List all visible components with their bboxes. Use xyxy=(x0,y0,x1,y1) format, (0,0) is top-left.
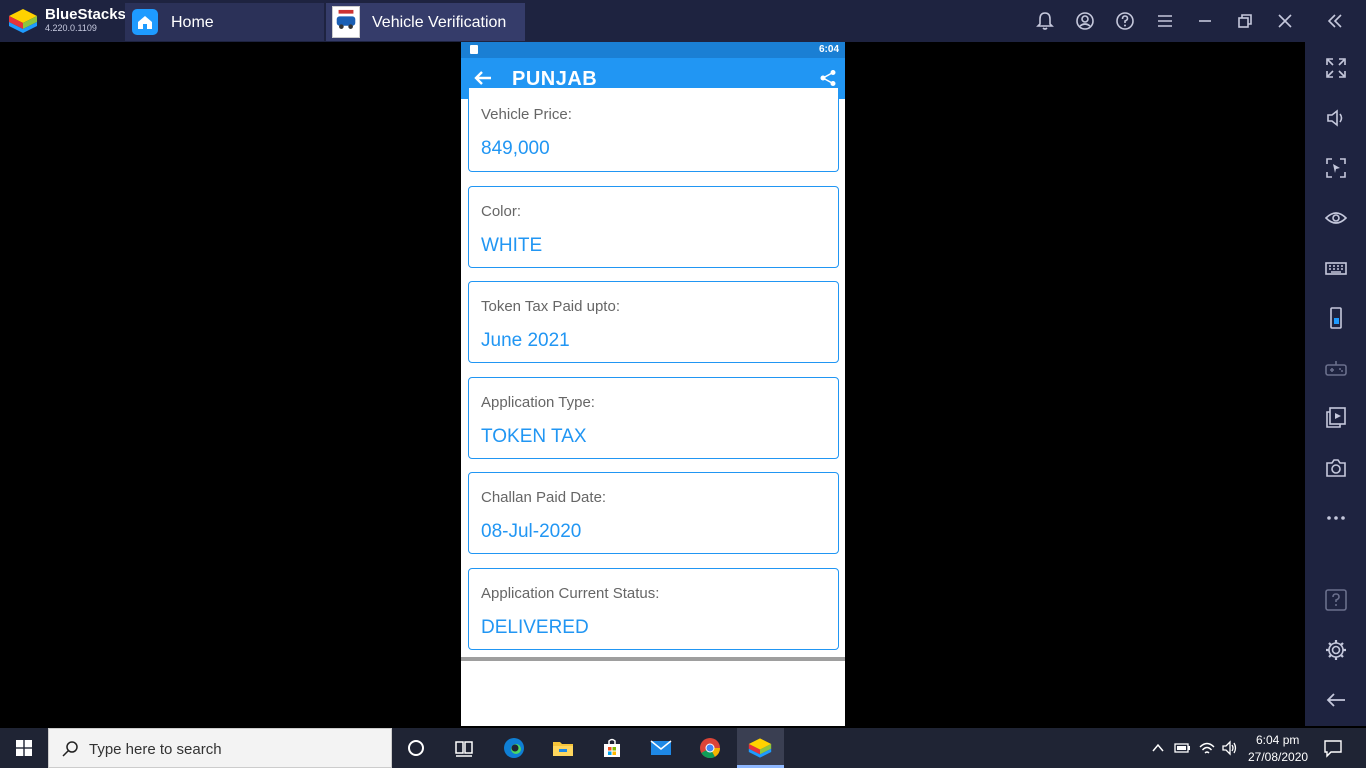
settings-icon[interactable] xyxy=(1325,639,1347,661)
tab-vehicle-verification-label: Vehicle Verification xyxy=(372,14,507,31)
divider xyxy=(461,657,845,661)
field-label: Color: xyxy=(481,203,522,220)
windows-start-icon[interactable] xyxy=(16,740,32,756)
account-icon[interactable] xyxy=(1075,11,1095,31)
help-icon[interactable] xyxy=(1115,11,1135,31)
media-icon[interactable] xyxy=(1325,407,1347,429)
android-screen: 6:04 PUNJAB Vehicle Price: 849,000 Color… xyxy=(461,42,845,726)
app-version: 4.220.0.1109 xyxy=(45,23,97,33)
volume-icon[interactable] xyxy=(1325,107,1347,129)
field-card-token-tax: Token Tax Paid upto: June 2021 xyxy=(468,281,839,363)
bluestacks-logo-icon xyxy=(9,9,37,33)
home-icon xyxy=(132,9,158,35)
bell-icon[interactable] xyxy=(1035,11,1055,31)
field-label: Token Tax Paid upto: xyxy=(481,298,620,315)
taskbar-bluestacks[interactable] xyxy=(737,728,784,768)
field-label: Application Current Status: xyxy=(481,585,660,602)
field-value: TOKEN TAX xyxy=(481,426,587,447)
rotate-icon[interactable] xyxy=(1325,307,1347,329)
gamepad-icon[interactable] xyxy=(1325,357,1347,379)
notification-icon xyxy=(470,45,478,54)
speaker-icon[interactable] xyxy=(1221,739,1239,757)
minimize-icon[interactable] xyxy=(1195,11,1215,31)
bluestacks-sidebar xyxy=(1305,42,1366,726)
wifi-icon[interactable] xyxy=(1198,739,1216,757)
close-icon[interactable] xyxy=(1275,11,1295,31)
tray-chevron-up-icon[interactable] xyxy=(1150,740,1166,756)
field-value: 08-Jul-2020 xyxy=(481,521,582,542)
store-icon[interactable] xyxy=(600,736,624,760)
field-card-color: Color: WHITE xyxy=(468,186,839,268)
tab-vehicle-verification[interactable]: Vehicle Verification xyxy=(326,3,525,41)
field-label: Challan Paid Date: xyxy=(481,489,607,506)
collapse-icon[interactable] xyxy=(1325,11,1345,31)
clock-date[interactable]: 27/08/2020 xyxy=(1248,750,1308,764)
bluestacks-icon xyxy=(748,738,772,758)
tab-home-label: Home xyxy=(171,14,214,31)
battery-icon[interactable] xyxy=(1173,740,1191,756)
mail-icon[interactable] xyxy=(649,736,673,760)
back-arrow-icon[interactable] xyxy=(471,66,495,90)
more-icon[interactable] xyxy=(1325,507,1347,529)
taskbar-search[interactable]: Type here to search xyxy=(48,728,392,768)
field-card-application-type: Application Type: TOKEN TAX xyxy=(468,377,839,459)
restore-icon[interactable] xyxy=(1235,11,1255,31)
menu-icon[interactable] xyxy=(1155,11,1175,31)
search-icon xyxy=(62,741,78,757)
fullscreen-icon[interactable] xyxy=(1325,57,1347,79)
back-icon[interactable] xyxy=(1325,689,1347,711)
cursor-lock-icon[interactable] xyxy=(1325,157,1347,179)
windows-taskbar: Type here to search 6:04 pm 27/08/2020 xyxy=(0,728,1366,768)
edge-icon[interactable] xyxy=(502,736,526,760)
field-card-challan-date: Challan Paid Date: 08-Jul-2020 xyxy=(468,472,839,554)
field-card-current-status: Application Current Status: DELIVERED xyxy=(468,568,839,650)
search-placeholder: Type here to search xyxy=(89,741,222,758)
field-value: DELIVERED xyxy=(481,617,589,638)
tab-home[interactable]: Home xyxy=(125,3,324,41)
field-value: WHITE xyxy=(481,235,543,256)
field-value: June 2021 xyxy=(481,330,570,351)
action-center-icon[interactable] xyxy=(1323,738,1343,758)
field-label: Application Type: xyxy=(481,394,595,411)
clock-time[interactable]: 6:04 pm xyxy=(1256,733,1299,747)
bluestacks-title-bar: BlueStacks 4.220.0.1109 Home Vehicle Ver… xyxy=(0,0,1366,42)
cortana-icon[interactable] xyxy=(404,736,428,760)
help-icon[interactable] xyxy=(1325,589,1347,611)
app-name: BlueStacks xyxy=(45,6,126,23)
chrome-icon[interactable] xyxy=(698,736,722,760)
field-label: Vehicle Price: xyxy=(481,106,572,123)
eye-icon[interactable] xyxy=(1325,207,1347,229)
keyboard-icon[interactable] xyxy=(1325,257,1347,279)
task-view-icon[interactable] xyxy=(452,736,476,760)
camera-icon[interactable] xyxy=(1325,457,1347,479)
vehicle-verification-app-icon xyxy=(332,6,360,38)
status-bar: 6:04 xyxy=(461,42,845,58)
share-icon[interactable] xyxy=(819,69,837,87)
field-card-vehicle-price: Vehicle Price: 849,000 xyxy=(468,88,839,172)
status-time: 6:04 xyxy=(818,44,839,55)
field-value: 849,000 xyxy=(481,138,550,159)
file-explorer-icon[interactable] xyxy=(551,736,575,760)
